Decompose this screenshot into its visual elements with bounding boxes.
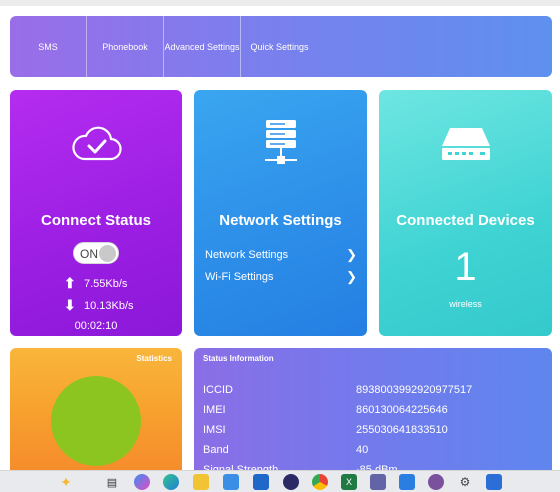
- photos-icon[interactable]: [486, 474, 502, 490]
- upload-speed: 7.55Kb/s: [84, 277, 128, 290]
- status-value: 860130064225646: [356, 404, 448, 416]
- connected-devices-card: Connected Devices 1 wireless: [379, 90, 552, 336]
- network-settings-card: Network Settings Network Settings ❯ Wi-F…: [194, 90, 367, 336]
- toggle-knob: [99, 245, 116, 262]
- weather-icon[interactable]: ✦: [58, 474, 74, 490]
- browser-top-strip: [0, 0, 560, 6]
- nav-sms[interactable]: SMS: [10, 16, 87, 77]
- teams-icon[interactable]: [370, 474, 386, 490]
- status-key: ICCID: [203, 384, 233, 396]
- nav-phonebook[interactable]: Phonebook: [87, 16, 164, 77]
- upload-speed-row: ⬆ 7.55Kb/s: [64, 275, 127, 292]
- router-icon: [441, 128, 490, 160]
- chevron-right-icon: ❯: [346, 269, 357, 284]
- connect-status-card: Connect Status ON ⬆ 7.55Kb/s ⬇ 10.13Kb/s…: [10, 90, 182, 336]
- status-value: 255030641833510: [356, 424, 448, 436]
- status-value: 8938003992920977517: [356, 384, 473, 396]
- device-type-label: wireless: [449, 299, 482, 309]
- chevron-right-icon: ❯: [346, 247, 357, 262]
- status-key: IMSI: [203, 424, 226, 436]
- taskbar: ✦ ▤ X ⚙: [0, 470, 560, 492]
- outlook-icon[interactable]: [253, 474, 269, 490]
- edge-icon[interactable]: [163, 474, 179, 490]
- link-wifi-settings[interactable]: Wi-Fi Settings ❯: [205, 269, 357, 285]
- excel-icon[interactable]: X: [341, 474, 357, 490]
- store-icon[interactable]: [223, 474, 239, 490]
- toggle-label: ON: [80, 247, 98, 261]
- nav-advanced-settings[interactable]: Advanced Settings: [164, 16, 241, 77]
- download-speed-row: ⬇ 10.13Kb/s: [64, 297, 134, 314]
- file-explorer-icon[interactable]: [193, 474, 209, 490]
- connected-device-count: 1: [454, 245, 477, 289]
- connection-toggle[interactable]: ON: [73, 242, 119, 264]
- status-key: IMEI: [203, 404, 226, 416]
- settings-icon[interactable]: ⚙: [457, 474, 473, 490]
- notes-icon[interactable]: [399, 474, 415, 490]
- statistics-pie: [51, 376, 141, 466]
- status-information-title: Status Information: [203, 354, 274, 363]
- status-key: Band: [203, 444, 229, 456]
- arrow-up-icon: ⬆: [64, 275, 76, 291]
- download-speed: 10.13Kb/s: [84, 299, 134, 312]
- link-wifi-settings-label: Wi-Fi Settings: [205, 271, 274, 283]
- link-network-settings-label: Network Settings: [205, 249, 289, 261]
- link-network-settings[interactable]: Network Settings ❯: [205, 247, 357, 263]
- copilot-icon[interactable]: [134, 474, 150, 490]
- connected-devices-title: Connected Devices: [396, 212, 535, 229]
- cloud-check-icon: [72, 126, 122, 161]
- server-network-icon: [264, 120, 297, 164]
- nav-quick-settings[interactable]: Quick Settings: [241, 16, 318, 77]
- uptime: 00:02:10: [74, 320, 118, 332]
- statistics-title: Statistics: [136, 354, 172, 363]
- connect-status-title: Connect Status: [40, 212, 151, 229]
- arrow-down-icon: ⬇: [64, 297, 76, 313]
- network-settings-title: Network Settings: [219, 212, 342, 229]
- viber-icon[interactable]: [428, 474, 444, 490]
- task-view-icon[interactable]: ▤: [104, 474, 120, 490]
- app-icon[interactable]: [283, 474, 299, 490]
- status-value: 40: [356, 444, 369, 456]
- main-navbar: SMS Phonebook Advanced Settings Quick Se…: [10, 16, 552, 77]
- chrome-icon[interactable]: [312, 474, 328, 490]
